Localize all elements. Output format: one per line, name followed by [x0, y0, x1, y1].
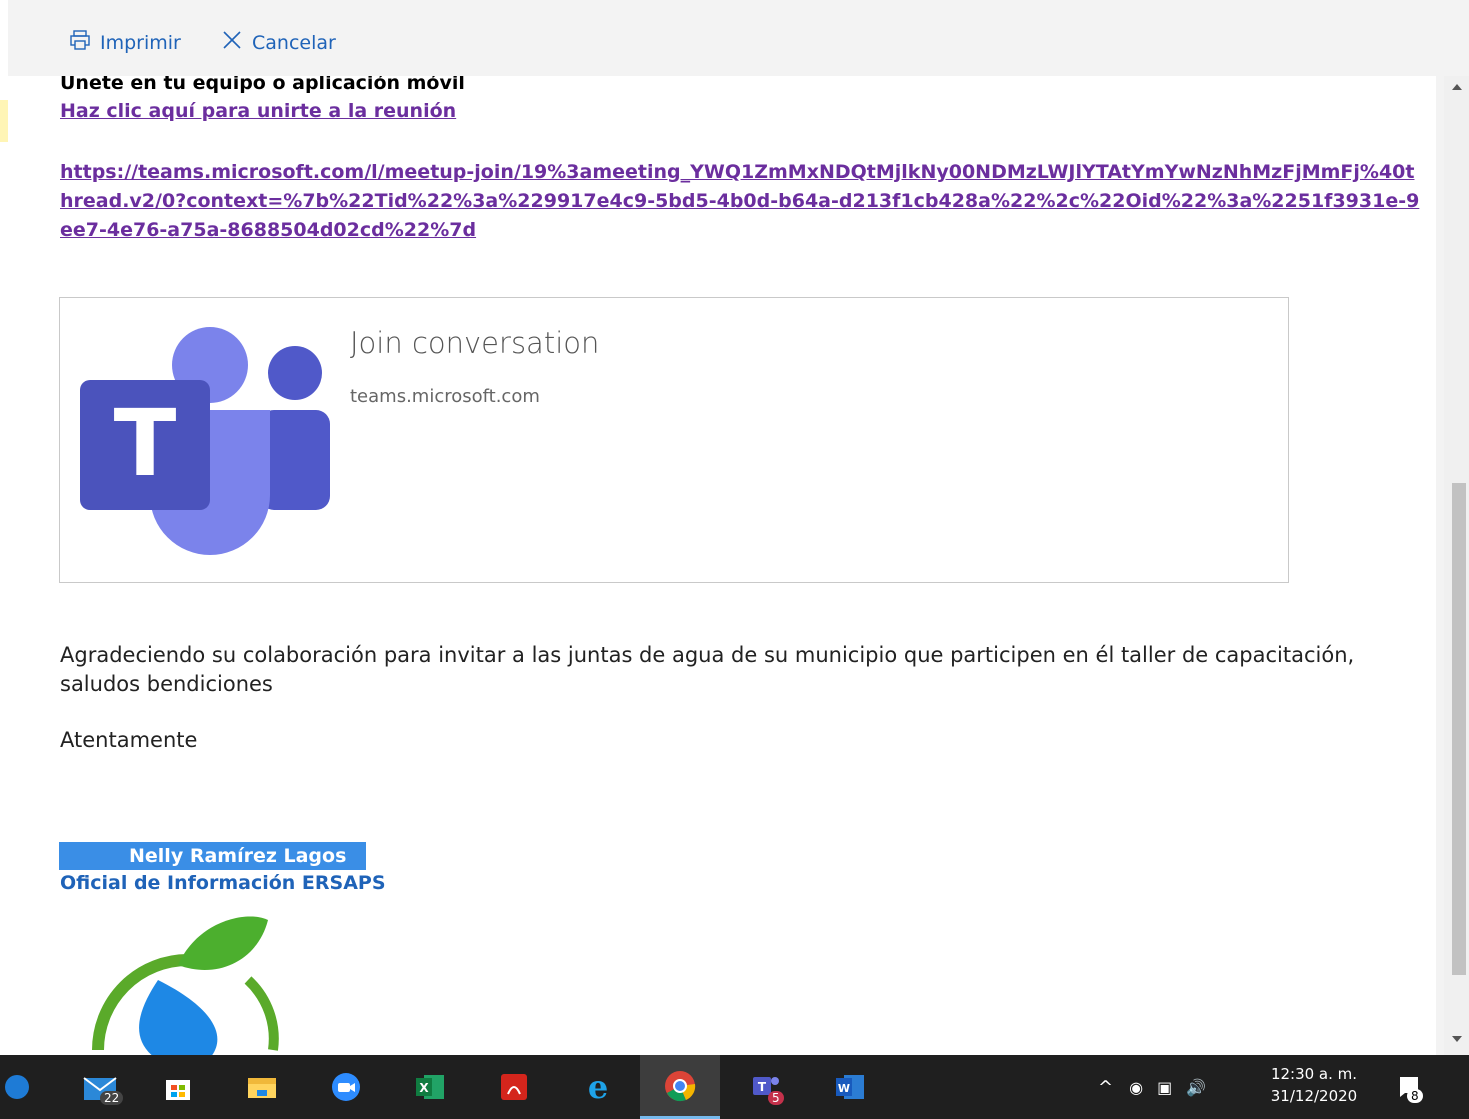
volume-icon[interactable]: 🔊 — [1186, 1078, 1206, 1097]
chrome-icon[interactable] — [640, 1055, 720, 1119]
scroll-thumb[interactable] — [1452, 483, 1466, 975]
meet-now-icon[interactable]: ◉ — [1129, 1078, 1143, 1097]
close-icon — [220, 28, 244, 57]
internet-explorer-icon[interactable]: e — [568, 1055, 628, 1119]
mail-badge: 22 — [100, 1091, 124, 1105]
store-icon[interactable] — [148, 1055, 208, 1119]
system-tray: ^ ◉ ▣ 🔊 — [1098, 1055, 1206, 1119]
notification-center-icon[interactable]: 8 — [1385, 1055, 1435, 1119]
edge-browser-icon[interactable] — [0, 1055, 40, 1119]
vertical-scrollbar[interactable] — [1444, 76, 1469, 1055]
teams-taskbar-icon[interactable]: T 5 — [736, 1055, 796, 1119]
meeting-url-link[interactable]: https://teams.microsoft.com/l/meetup-joi… — [60, 158, 1420, 245]
zoom-icon[interactable] — [316, 1055, 376, 1119]
highlight-strip — [0, 100, 8, 142]
acrobat-icon[interactable] — [484, 1055, 544, 1119]
signature-title: Oficial de Información ERSAPS — [60, 872, 386, 894]
svg-text:T: T — [114, 390, 177, 497]
excel-icon[interactable]: X — [400, 1055, 460, 1119]
notification-badge: 8 — [1407, 1089, 1423, 1103]
print-toolbar: Imprimir Cancelar — [8, 0, 1469, 76]
water-drop-logo-icon — [92, 916, 279, 1055]
svg-text:W: W — [838, 1082, 850, 1095]
join-heading: Unete en tu equipo o aplicación móvil — [60, 76, 465, 94]
word-icon[interactable]: W — [820, 1055, 880, 1119]
file-explorer-icon[interactable] — [232, 1055, 292, 1119]
clock-time: 12:30 a. m. — [1270, 1065, 1358, 1083]
battery-icon[interactable]: ▣ — [1157, 1078, 1172, 1097]
chevron-up-icon[interactable]: ^ — [1098, 1077, 1113, 1098]
scroll-up-arrow-icon[interactable] — [1452, 84, 1462, 90]
join-meeting-link[interactable]: Haz clic aquí para unirte a la reunión — [60, 100, 456, 122]
message-paragraph: Agradeciendo su colaboración para invita… — [60, 643, 1355, 696]
link-preview-card[interactable]: T Join conversation teams.microsoft.com — [59, 297, 1289, 583]
clock[interactable]: 12:30 a. m. 31/12/2020 — [1268, 1063, 1360, 1107]
email-body: Unete en tu equipo o aplicación móvil Ha… — [8, 76, 1436, 1055]
teams-logo-icon: T — [80, 327, 330, 555]
card-domain: teams.microsoft.com — [350, 386, 540, 407]
signature-name: Nelly Ramírez Lagos — [59, 842, 366, 870]
windows-taskbar: 22 X e T 5 W ^ ◉ ▣ 🔊 12:30 a. m. 31/12/2… — [0, 1055, 1469, 1119]
teams-badge: 5 — [768, 1091, 784, 1105]
printer-icon — [68, 28, 92, 57]
clock-date: 31/12/2020 — [1270, 1087, 1358, 1105]
card-title: Join conversation — [350, 326, 600, 360]
scroll-down-arrow-icon[interactable] — [1452, 1036, 1462, 1042]
closing-text: Atentamente — [60, 728, 198, 752]
cancel-button[interactable]: Cancelar — [220, 28, 336, 57]
svg-text:T: T — [758, 1080, 767, 1094]
print-label: Imprimir — [100, 31, 181, 54]
print-button[interactable]: Imprimir — [68, 28, 181, 57]
cancel-label: Cancelar — [252, 31, 336, 54]
mail-app-icon[interactable]: 22 — [70, 1055, 130, 1119]
svg-text:X: X — [419, 1081, 429, 1095]
